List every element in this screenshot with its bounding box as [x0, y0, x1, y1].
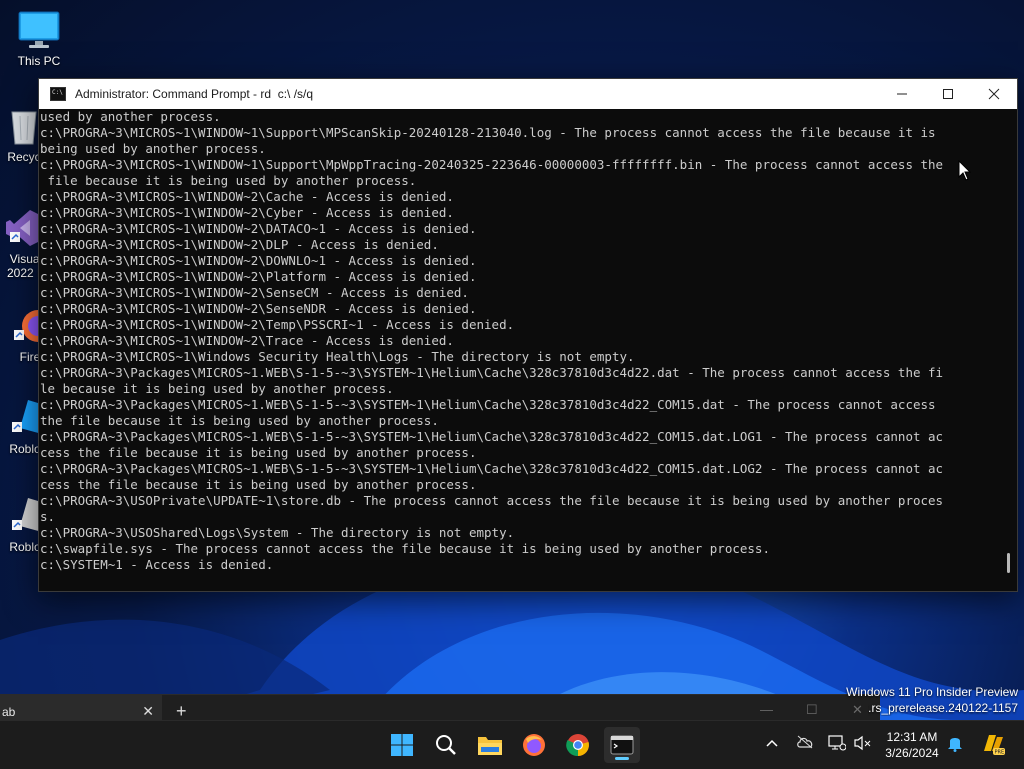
console-line: used by another process.: [40, 109, 221, 124]
console-line: s.: [40, 509, 56, 524]
vertical-scrollbar[interactable]: [1001, 109, 1017, 591]
maximize-button[interactable]: [925, 79, 971, 109]
volume-muted-icon[interactable]: [854, 735, 872, 754]
command-prompt-window[interactable]: Administrator: Command Prompt - rd c:\ /…: [38, 78, 1018, 592]
search-button[interactable]: [428, 727, 464, 763]
console-line: being used by another process.: [40, 141, 266, 156]
console-line: c:\PROGRA~3\MICROS~1\Windows Security He…: [40, 349, 635, 364]
console-line: cess the file because it is being used b…: [40, 445, 477, 460]
window-controls: [879, 79, 1017, 109]
svg-text:PRE: PRE: [995, 750, 1005, 756]
terminal-icon: [610, 735, 634, 755]
windows-logo-icon: [391, 734, 413, 756]
chrome-taskbar-button[interactable]: [560, 727, 596, 763]
file-explorer-button[interactable]: [472, 727, 508, 763]
folder-icon: [478, 737, 502, 755]
background-tab-label: ab: [2, 705, 16, 719]
terminal-taskbar-button[interactable]: [604, 727, 640, 763]
start-button[interactable]: [384, 727, 420, 763]
onedrive-icon[interactable]: [796, 735, 814, 752]
firefox-icon: [523, 734, 545, 756]
notification-bell-icon[interactable]: [947, 734, 963, 755]
os-watermark: Windows 11 Pro Insider Preview Evaluatio…: [846, 684, 1018, 716]
active-app-indicator: [615, 757, 629, 760]
console-line: c:\PROGRA~3\USOPrivate\UPDATE~1\store.db…: [40, 493, 944, 508]
minimize-button[interactable]: [879, 79, 925, 109]
console-line: c:\PROGRA~3\MICROS~1\WINDOW~2\SenseCM - …: [40, 285, 469, 300]
taskbar: 12:31 AM 3/26/2024 PRE: [0, 720, 1024, 769]
console-line: c:\SYSTEM~1 - Access is denied.: [40, 557, 274, 572]
scrollbar-thumb[interactable]: [1007, 553, 1010, 573]
network-icon[interactable]: [828, 735, 847, 754]
tab-close-icon[interactable]: ✕: [142, 703, 154, 720]
desktop-icon-label: This PC: [17, 54, 61, 68]
console-line: c:\PROGRA~3\Packages\MICROS~1.WEB\S-1-5-…: [40, 429, 944, 444]
console-line: c:\swapfile.sys - The process cannot acc…: [40, 541, 770, 556]
console-line: c:\PROGRA~3\MICROS~1\WINDOW~2\DLP - Acce…: [40, 237, 439, 252]
close-icon: [988, 88, 1000, 100]
desktop-icon-this-pc[interactable]: This PC: [1, 10, 77, 68]
console-line: le because it is being used by another p…: [40, 381, 394, 396]
console-line: cess the file because it is being used b…: [40, 477, 477, 492]
minimize-icon: [897, 93, 907, 95]
system-clock[interactable]: 12:31 AM 3/26/2024: [872, 729, 952, 761]
cmd-app-icon: [50, 87, 66, 101]
console-line: the file because it is being used by ano…: [40, 413, 439, 428]
search-icon: [436, 735, 456, 755]
window-titlebar[interactable]: Administrator: Command Prompt - rd c:\ /…: [39, 79, 1017, 109]
window-title: Administrator: Command Prompt - rd c:\ /…: [75, 87, 314, 101]
console-line: c:\PROGRA~3\MICROS~1\WINDOW~2\DATACO~1 -…: [40, 221, 477, 236]
chrome-icon: [566, 734, 589, 757]
console-line: c:\PROGRA~3\MICROS~1\WINDOW~2\Trace - Ac…: [40, 333, 454, 348]
new-tab-icon[interactable]: +: [176, 701, 187, 722]
console-line: file because it is being used by another…: [40, 173, 417, 188]
console-output[interactable]: used by another process. c:\PROGRA~3\MICR…: [39, 109, 1001, 591]
console-line: c:\PROGRA~3\MICROS~1\WINDOW~2\Cyber - Ac…: [40, 205, 454, 220]
console-line: c:\PROGRA~3\USOShared\Logs\System - The …: [40, 525, 515, 540]
console-line: c:\PROGRA~3\MICROS~1\WINDOW~2\SenseNDR -…: [40, 301, 477, 316]
console-line: c:\PROGRA~3\Packages\MICROS~1.WEB\S-1-5-…: [40, 365, 944, 380]
console-line: c:\PROGRA~3\MICROS~1\WINDOW~2\Temp\PSSCR…: [40, 317, 515, 332]
monitor-icon: [17, 10, 61, 50]
mouse-pointer-icon: [958, 160, 972, 181]
copilot-icon[interactable]: PRE: [980, 731, 1006, 760]
console-line: c:\PROGRA~3\Packages\MICROS~1.WEB\S-1-5-…: [40, 461, 944, 476]
console-line: c:\PROGRA~3\MICROS~1\WINDOW~2\DOWNLO~1 -…: [40, 253, 477, 268]
firefox-taskbar-button[interactable]: [516, 727, 552, 763]
console-line: c:\PROGRA~3\Packages\MICROS~1.WEB\S-1-5-…: [40, 397, 936, 412]
console-line: c:\PROGRA~3\MICROS~1\WINDOW~1\Support\MP…: [40, 125, 936, 140]
clock-time: 12:31 AM: [886, 730, 938, 744]
maximize-icon: [943, 89, 953, 99]
show-hidden-icons-chevron-icon[interactable]: [766, 735, 778, 751]
watermark-line1: Windows 11 Pro Insider Preview: [846, 685, 1018, 699]
clock-date: 3/26/2024: [885, 746, 939, 760]
close-button[interactable]: [971, 79, 1017, 109]
console-line: c:\PROGRA~3\MICROS~1\WINDOW~2\Platform -…: [40, 269, 477, 284]
console-line: c:\PROGRA~3\MICROS~1\WINDOW~1\Support\Mp…: [40, 157, 944, 172]
bg-minimize-icon[interactable]: —: [760, 702, 773, 717]
watermark-line2: Evaluation copy. Build 26xxx.rs_prerelea…: [868, 701, 1018, 715]
console-line: c:\PROGRA~3\MICROS~1\WINDOW~2\Cache - Ac…: [40, 189, 454, 204]
bg-maximize-icon[interactable]: ☐: [806, 702, 818, 718]
